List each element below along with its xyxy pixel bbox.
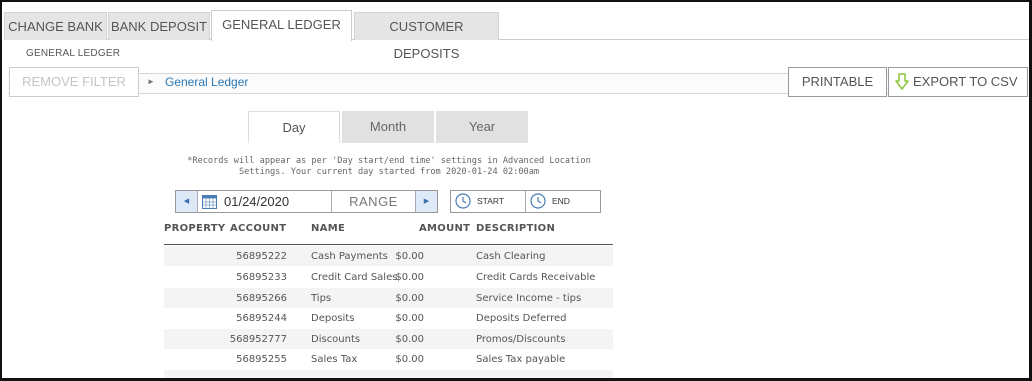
cell-account: 56895233 — [236, 272, 287, 283]
col-header-amount: AMOUNT — [419, 223, 471, 234]
col-header-property: PROPERTY — [164, 223, 226, 234]
period-tab-day[interactable]: Day — [248, 111, 340, 143]
tab-customer-deposits[interactable]: CUSTOMER DEPOSITS — [354, 12, 499, 61]
export-csv-button[interactable]: EXPORT TO CSV — [888, 67, 1028, 97]
cell-amount: $0.00 — [395, 354, 424, 365]
day-settings-note: *Records will appear as per 'Day start/e… — [187, 156, 591, 177]
table-row: 56895233 Credit Card Sales $0.00 Credit … — [164, 267, 613, 287]
remove-filter-button[interactable]: REMOVE FILTER — [9, 67, 139, 97]
table-row: 56895244 Deposits $0.00 Deposits Deferre… — [164, 308, 613, 328]
col-header-account: ACCOUNT — [230, 223, 287, 234]
col-header-name: NAME — [311, 223, 346, 234]
cell-account: 56895244 — [236, 313, 287, 324]
col-header-description: DESCRIPTION — [476, 223, 556, 234]
cell-description: Cash Clearing — [476, 251, 546, 262]
cell-amount: $0.00 — [395, 313, 424, 324]
download-arrow-icon — [895, 73, 909, 90]
cell-account: 568952777 — [229, 334, 287, 345]
cell-account: 56895255 — [236, 354, 287, 365]
cell-name: Sales Tax — [311, 354, 358, 365]
breadcrumb-arrow-icon: ► — [147, 77, 155, 86]
printable-button[interactable]: PRINTABLE — [788, 67, 887, 97]
clock-icon — [455, 193, 471, 209]
cell-account: 56895222 — [236, 251, 287, 262]
end-time-button[interactable]: END — [552, 191, 570, 212]
table-row: 56895255 Sales Tax $0.00 Sales Tax payab… — [164, 349, 613, 369]
breadcrumb-link[interactable]: General Ledger — [165, 75, 248, 89]
export-csv-label: EXPORT TO CSV — [913, 74, 1018, 89]
range-button[interactable]: RANGE — [331, 191, 415, 212]
table-row: 56895266 Tips $0.00 Service Income - tip… — [164, 288, 613, 308]
app-frame: CHANGE BANK BANK DEPOSIT GENERAL LEDGER … — [0, 0, 1032, 381]
time-divider — [525, 191, 526, 212]
cell-amount: $0.00 — [395, 293, 424, 304]
period-tab-year[interactable]: Year — [436, 111, 528, 143]
cell-name: Credit Card Sales — [311, 272, 398, 283]
tab-bank-deposit[interactable]: BANK DEPOSIT — [108, 12, 210, 40]
cell-description: Promos/Discounts — [476, 334, 566, 345]
time-range-control: START END — [450, 190, 601, 213]
table-row-partial — [164, 370, 613, 378]
cell-description: Credit Cards Receivable — [476, 272, 596, 283]
period-tab-month[interactable]: Month — [342, 111, 434, 143]
cell-description: Deposits Deferred — [476, 313, 567, 324]
cell-name: Cash Payments — [311, 251, 388, 262]
next-date-button[interactable]: ▶ — [415, 191, 437, 212]
prev-date-button[interactable]: ◀ — [176, 191, 198, 212]
cell-amount: $0.00 — [395, 334, 424, 345]
date-picker: ◀ 01/24/2020 RANGE ▶ — [175, 190, 438, 213]
cell-description: Service Income - tips — [476, 293, 582, 304]
cell-name: Tips — [311, 293, 332, 304]
cell-name: Deposits — [311, 313, 355, 324]
cell-amount: $0.00 — [395, 251, 424, 262]
cell-account: 56895266 — [236, 293, 287, 304]
cell-name: Discounts — [311, 334, 361, 345]
table-row: 568952777 Discounts $0.00 Promos/Discoun… — [164, 329, 613, 349]
tab-general-ledger[interactable]: GENERAL LEDGER — [211, 10, 352, 41]
date-value[interactable]: 01/24/2020 — [224, 194, 289, 209]
cell-amount: $0.00 — [395, 272, 424, 283]
clock-icon — [530, 193, 546, 209]
table-row: 56895222 Cash Payments $0.00 Cash Cleari… — [164, 246, 613, 266]
cell-description: Sales Tax payable — [476, 354, 566, 365]
calendar-icon[interactable] — [202, 194, 217, 209]
tab-change-bank[interactable]: CHANGE BANK — [4, 12, 107, 40]
header-divider — [164, 244, 613, 245]
start-time-button[interactable]: START — [477, 191, 504, 212]
top-tab-bar: CHANGE BANK BANK DEPOSIT GENERAL LEDGER … — [4, 10, 1029, 61]
page-title: GENERAL LEDGER — [26, 48, 121, 59]
